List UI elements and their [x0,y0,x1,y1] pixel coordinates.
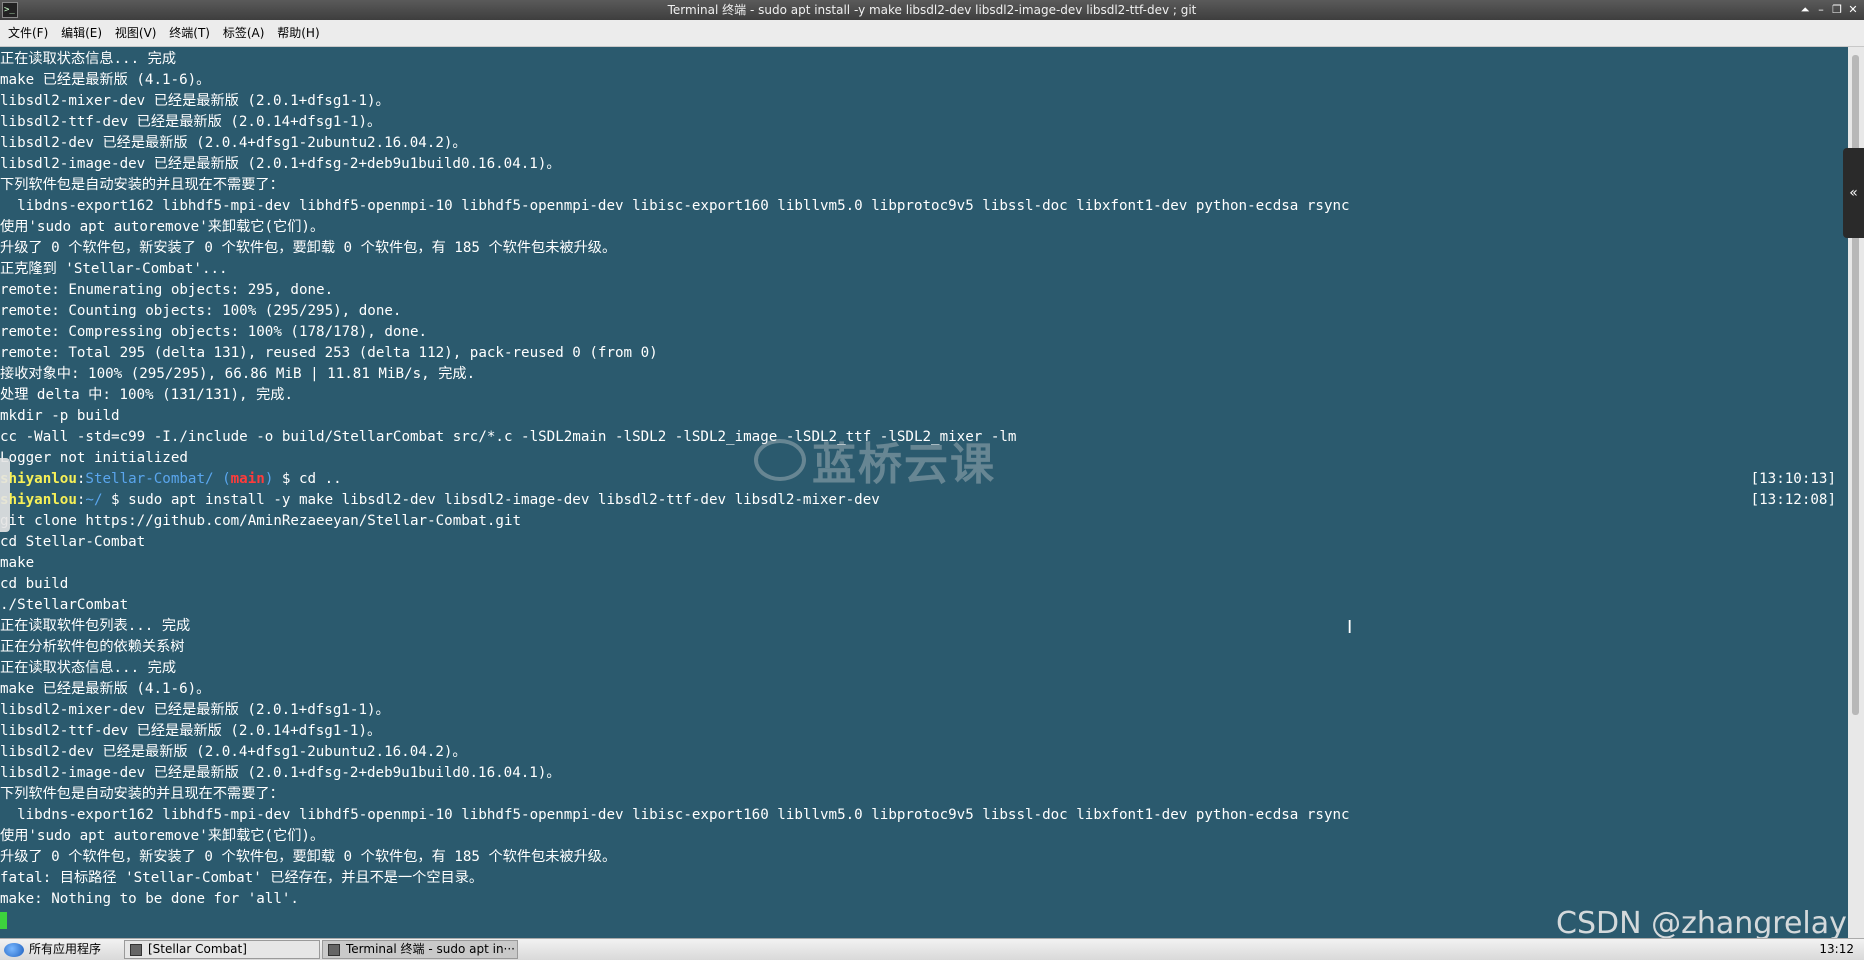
menu-edit[interactable]: 编辑(E) [61,26,102,40]
taskbar-item-label: Terminal 终端 - sudo apt in··· [346,942,515,956]
terminal-line: 正在读取状态信息... 完成 [0,51,177,67]
prompt-path: Stellar-Combat/ [85,471,214,487]
menu-view[interactable]: 视图(V) [115,26,157,40]
terminal-line: remote: Counting objects: 100% (295/295)… [0,303,402,319]
terminal-line: 正在分析软件包的依赖关系树 [0,639,185,655]
applications-logo-icon [4,942,24,957]
terminal-line: make 已经是最新版 (4.1-6)。 [0,72,211,88]
terminal-line: libsdl2-mixer-dev 已经是最新版 (2.0.1+dfsg1-1)… [0,702,390,718]
prompt-timestamp: [13:10:13] [1750,471,1836,487]
prompt-path: ~/ [85,492,103,508]
window-icon [130,943,142,956]
ibeam-cursor-icon: Ⅰ [1347,617,1353,638]
terminal-line: 升级了 0 个软件包，新安装了 0 个软件包，要卸载 0 个软件包，有 185 … [0,849,617,865]
taskbar-item-label: [Stellar Combat] [148,942,247,956]
prompt-branch: main [230,471,265,487]
terminal-line: 升级了 0 个软件包，新安装了 0 个软件包，要卸载 0 个软件包，有 185 … [0,240,617,256]
terminal-line: libdns-export162 libhdf5-mpi-dev libhdf5… [0,198,1350,214]
terminal-icon [328,943,340,956]
side-panel-toggle-icon[interactable]: « [1843,148,1864,238]
taskbar-clock: 13:12 [1819,942,1854,956]
terminal-line: libsdl2-ttf-dev 已经是最新版 (2.0.14+dfsg1-1)。 [0,723,382,739]
terminal-line: cd build [0,576,69,592]
applications-menu-button[interactable]: 所有应用程序 [4,939,101,960]
terminal-line: libsdl2-mixer-dev 已经是最新版 (2.0.1+dfsg1-1)… [0,93,390,109]
terminal-line: libdns-export162 libhdf5-mpi-dev libhdf5… [0,807,1350,823]
menu-file[interactable]: 文件(F) [8,26,48,40]
terminal-line: 正在读取状态信息... 完成 [0,660,177,676]
prompt-user: shiyanlou [0,492,77,508]
shade-button[interactable]: ⏶ [1798,0,1812,20]
taskbar: 所有应用程序 [Stellar Combat] Terminal 终端 - su… [0,938,1864,960]
terminal-line: 接收对象中: 100% (295/295), 66.86 MiB | 11.81… [0,366,476,382]
terminal-output-area[interactable]: 正在读取状态信息... 完成 make 已经是最新版 (4.1-6)。 libsdl… [0,47,1848,938]
terminal-line: 正在读取软件包列表... 完成 [0,618,191,634]
terminal-line: 处理 delta 中: 100% (131/131), 完成. [0,387,294,403]
terminal-line: libsdl2-dev 已经是最新版 (2.0.4+dfsg1-2ubuntu2… [0,744,467,760]
terminal-line: libsdl2-dev 已经是最新版 (2.0.4+dfsg1-2ubuntu2… [0,135,467,151]
menu-bar: 文件(F) 编辑(E) 视图(V) 终端(T) 标签(A) 帮助(H) [0,20,1864,47]
terminal-line: shiyanlou:Stellar-Combat/ (main) $ cd ..… [0,469,1836,490]
terminal-line: mkdir -p build [0,408,120,424]
menu-tabs[interactable]: 标签(A) [223,26,265,40]
prompt-user: shiyanlou [0,471,77,487]
terminal-line: 使用'sudo apt autoremove'来卸载它(它们)。 [0,828,325,844]
window-controls: ⏶ – ❐ ✕ [1798,0,1860,20]
taskbar-item-terminal[interactable]: Terminal 终端 - sudo apt in··· [322,940,518,959]
terminal-line: remote: Total 295 (delta 131), reused 25… [0,345,658,361]
menu-terminal[interactable]: 终端(T) [169,26,210,40]
terminal-line: cc -Wall -std=c99 -I./include -o build/S… [0,429,1017,445]
minimize-button[interactable]: – [1814,0,1828,20]
terminal-line: remote: Enumerating objects: 295, done. [0,282,334,298]
prompt-timestamp: [13:12:08] [1750,492,1836,508]
applications-label: 所有应用程序 [29,942,102,956]
terminal-line: 正克隆到 'Stellar-Combat'... [0,261,228,277]
terminal-line: 下列软件包是自动安装的并且现在不需要了： [0,786,284,802]
taskbar-item-stellar-combat[interactable]: [Stellar Combat] [124,940,320,959]
terminal-line: libsdl2-ttf-dev 已经是最新版 (2.0.14+dfsg1-1)。 [0,114,382,130]
terminal-line: remote: Compressing objects: 100% (178/1… [0,324,428,340]
window-title: Terminal 终端 - sudo apt install -y make l… [667,3,1197,17]
terminal-line: ./StellarCombat [0,597,129,613]
terminal-line: Logger not initialized [0,450,188,466]
prompt-branch-open: ( [213,471,231,487]
terminal-line: make 已经是最新版 (4.1-6)。 [0,681,211,697]
left-edge-handle[interactable] [0,458,10,532]
terminal-line: 使用'sudo apt autoremove'来卸载它(它们)。 [0,219,325,235]
csdn-watermark: CSDN @zhangrelay [1556,906,1847,941]
prompt-command: $ cd .. [273,471,342,487]
close-button[interactable]: ✕ [1846,0,1860,20]
terminal-line: shiyanlou:~/ $ sudo apt install -y make … [0,490,1836,511]
terminal-line: libsdl2-image-dev 已经是最新版 (2.0.1+dfsg-2+d… [0,156,561,172]
terminal-lines: 正在读取状态信息... 完成 make 已经是最新版 (4.1-6)。 libsdl… [0,49,1836,931]
maximize-button[interactable]: ❐ [1830,0,1844,20]
terminal-icon[interactable]: >_ [2,2,18,18]
terminal-line: cd Stellar-Combat [0,534,146,550]
window-titlebar[interactable]: >_ Terminal 终端 - sudo apt install -y mak… [0,0,1864,20]
terminal-line: 下列软件包是自动安装的并且现在不需要了： [0,177,284,193]
terminal-line: libsdl2-image-dev 已经是最新版 (2.0.1+dfsg-2+d… [0,765,561,781]
terminal-line: git clone https://github.com/AminRezaeey… [0,513,522,529]
terminal-cursor [0,911,7,929]
terminal-line: make [0,555,35,571]
terminal-line: fatal: 目标路径 'Stellar-Combat' 已经存在，并且不是一个… [0,870,484,886]
prompt-command: $ sudo apt install -y make libsdl2-dev l… [102,492,880,508]
menu-help[interactable]: 帮助(H) [277,26,319,40]
